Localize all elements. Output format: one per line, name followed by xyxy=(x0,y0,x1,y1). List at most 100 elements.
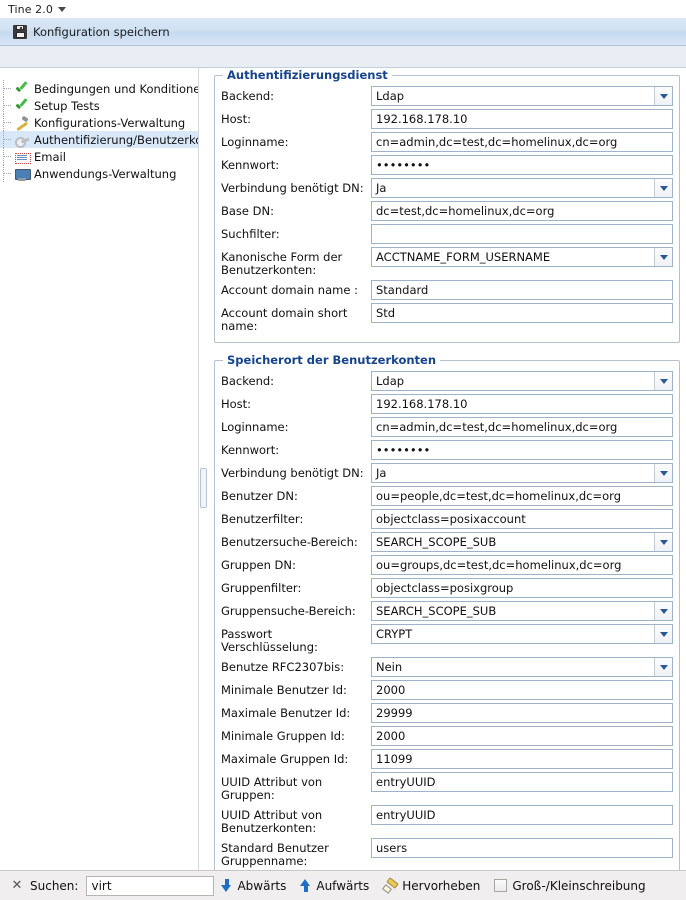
field-label: Minimale Benutzer Id: xyxy=(221,683,347,697)
combobox[interactable]: CRYPT xyxy=(371,624,673,644)
combobox-trigger-button[interactable] xyxy=(654,248,672,266)
form-row: Verbindung benötigt DN: Ja xyxy=(221,178,673,198)
combobox-trigger-button[interactable] xyxy=(654,179,672,197)
form-row: Benutzerfilter: xyxy=(221,509,673,529)
form-row: Account domain short name: xyxy=(221,303,673,333)
field-control xyxy=(371,509,673,529)
combobox[interactable]: Ldap xyxy=(371,86,673,106)
field-label: Gruppenfilter: xyxy=(221,581,302,595)
form-row: Loginname: xyxy=(221,132,673,152)
field-control xyxy=(371,805,673,825)
find-input[interactable] xyxy=(86,875,215,896)
sidebar-item-label: Anwendungs-Verwaltung xyxy=(34,166,177,181)
text-input[interactable] xyxy=(371,555,673,575)
chevron-down-icon xyxy=(659,254,668,260)
find-next-button[interactable]: Abwärts xyxy=(214,875,293,897)
form-row: Maximale Gruppen Id: xyxy=(221,749,673,769)
combobox[interactable]: Ldap xyxy=(371,371,673,391)
highlight-all-button[interactable]: Hervorheben xyxy=(376,875,487,897)
text-input[interactable] xyxy=(371,280,673,300)
field-control: SEARCH_SCOPE_SUB xyxy=(371,532,673,552)
text-input[interactable] xyxy=(371,224,673,244)
combobox[interactable]: SEARCH_SCOPE_SUB xyxy=(371,532,673,552)
key-icon xyxy=(14,132,30,148)
field-control: Ldap xyxy=(371,371,673,391)
field-label: Passwort Verschlüsselung: xyxy=(221,627,318,654)
match-case-checkbox[interactable] xyxy=(494,879,508,892)
field-label: Standard Benutzer Gruppenname: xyxy=(221,841,329,868)
text-input[interactable] xyxy=(371,749,673,769)
field-control xyxy=(371,440,673,460)
combobox-trigger-button[interactable] xyxy=(654,658,672,676)
app-title-bar: Tine 2.0 xyxy=(0,0,686,18)
password-input[interactable] xyxy=(371,440,673,460)
tree-connector-elbow xyxy=(3,173,11,174)
form-row: Gruppenfilter: xyxy=(221,578,673,598)
combobox-trigger-button[interactable] xyxy=(654,602,672,620)
email-icon xyxy=(14,149,31,165)
combobox-trigger-button[interactable] xyxy=(654,625,672,643)
text-input[interactable] xyxy=(371,417,673,437)
combobox[interactable]: ACCTNAME_FORM_USERNAME xyxy=(371,247,673,267)
save-configuration-button[interactable]: Konfiguration speichern xyxy=(7,21,176,43)
text-input[interactable] xyxy=(371,509,673,529)
fieldset-legend: Speicherort der Benutzerkonten xyxy=(227,353,437,367)
text-input[interactable] xyxy=(371,805,673,825)
field-control: Ja xyxy=(371,463,673,483)
find-previous-button[interactable]: Aufwärts xyxy=(293,875,376,897)
combobox-trigger-button[interactable] xyxy=(654,87,672,105)
form-row: Host: xyxy=(221,109,673,129)
text-input[interactable] xyxy=(371,680,673,700)
sidebar-item-0[interactable]: Bedingungen und Konditionen xyxy=(0,80,208,97)
form-row: Kennwort: xyxy=(221,155,673,175)
combobox-trigger-button[interactable] xyxy=(654,372,672,390)
sidebar-item-5[interactable]: Anwendungs-Verwaltung xyxy=(0,165,200,182)
combobox[interactable]: Ja xyxy=(371,463,673,483)
find-next-label: Abwärts xyxy=(237,878,287,893)
sidebar-item-3[interactable]: Authentifizierung/Benutzerkonten xyxy=(0,131,228,148)
combobox-value: ACCTNAME_FORM_USERNAME xyxy=(376,250,551,264)
field-label: Base DN: xyxy=(221,204,274,218)
text-input[interactable] xyxy=(371,726,673,746)
tree-connector-elbow xyxy=(3,88,11,89)
combobox[interactable]: Nein xyxy=(371,657,673,677)
save-configuration-label: Konfiguration speichern xyxy=(33,24,170,39)
form-row: UUID Attribut von Benutzerkonten: xyxy=(221,805,673,835)
field-control xyxy=(371,303,673,323)
save-floppy-icon xyxy=(13,24,27,39)
password-input[interactable] xyxy=(371,155,673,175)
text-input[interactable] xyxy=(371,703,673,723)
sidebar-item-1[interactable]: Setup Tests xyxy=(0,97,200,114)
match-case-label: Groß-/Kleinschreibung xyxy=(512,878,646,893)
combobox[interactable]: SEARCH_SCOPE_SUB xyxy=(371,601,673,621)
combobox[interactable]: Ja xyxy=(371,178,673,198)
chevron-down-icon[interactable] xyxy=(57,6,66,12)
field-control: Ja xyxy=(371,178,673,198)
text-input[interactable] xyxy=(371,132,673,152)
text-input[interactable] xyxy=(371,772,673,792)
sidebar-item-4[interactable]: Email xyxy=(0,148,200,165)
text-input[interactable] xyxy=(371,838,673,858)
close-x-icon[interactable]: ✕ xyxy=(8,877,26,895)
form-row: Benutzer DN: xyxy=(221,486,673,506)
text-input[interactable] xyxy=(371,578,673,598)
panel-splitter[interactable] xyxy=(198,68,208,870)
splitter-collapse-handle[interactable] xyxy=(200,468,207,508)
combobox-trigger-button[interactable] xyxy=(654,464,672,482)
field-label: Benutze RFC2307bis: xyxy=(221,660,345,674)
text-input[interactable] xyxy=(371,109,673,129)
combobox-value: SEARCH_SCOPE_SUB xyxy=(376,535,497,549)
text-input[interactable] xyxy=(371,486,673,506)
text-input[interactable] xyxy=(371,303,673,323)
field-control: Ldap xyxy=(371,86,673,106)
form-row: Benutzersuche-Bereich: SEARCH_SCOPE_SUB xyxy=(221,532,673,552)
combobox-value: SEARCH_SCOPE_SUB xyxy=(376,604,497,618)
combobox-value: CRYPT xyxy=(376,627,413,641)
field-label: Gruppensuche-Bereich: xyxy=(221,604,356,618)
fieldset-group-1: Speicherort der Benutzerkonten Backend: Ld… xyxy=(214,353,680,870)
text-input[interactable] xyxy=(371,201,673,221)
combobox-trigger-button[interactable] xyxy=(654,533,672,551)
sidebar-item-2[interactable]: Konfigurations-Verwaltung xyxy=(0,114,200,131)
match-case-toggle[interactable]: Groß-/Kleinschreibung xyxy=(487,875,652,897)
text-input[interactable] xyxy=(371,394,673,414)
